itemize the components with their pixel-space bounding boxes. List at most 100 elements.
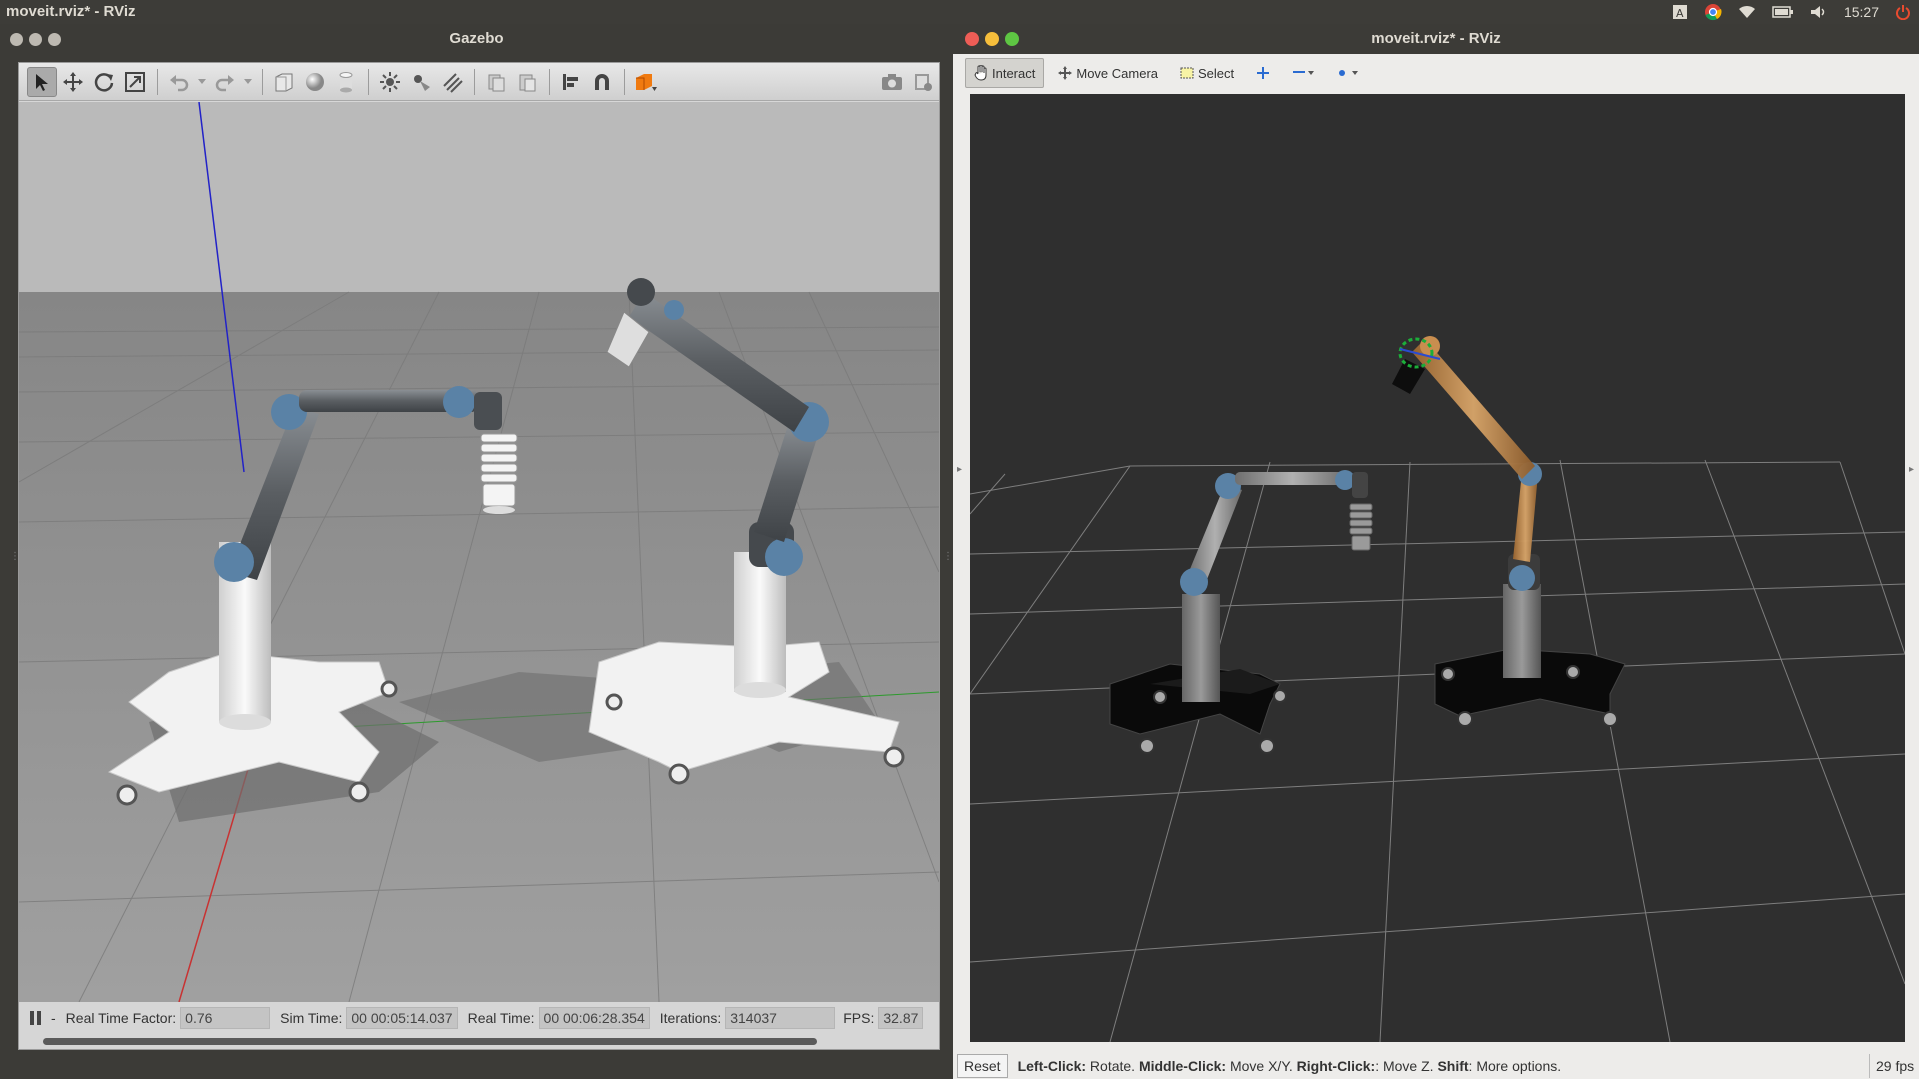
hint-move-xy: Move X/Y. bbox=[1226, 1057, 1297, 1074]
sphere-shape-icon[interactable] bbox=[300, 67, 330, 97]
rviz-3d-viewport[interactable] bbox=[970, 94, 1905, 1042]
gazebo-horizontal-scrollbar[interactable] bbox=[19, 1034, 939, 1049]
select-label: Select bbox=[1198, 65, 1235, 81]
grid bbox=[970, 459, 1905, 1042]
hint-more-options: : More options. bbox=[1468, 1057, 1562, 1074]
hint-middle-click: Middle-Click: bbox=[1138, 1057, 1227, 1074]
right-dock-handle[interactable]: ⋮ bbox=[943, 551, 953, 562]
cylinder-shape-icon[interactable] bbox=[331, 67, 361, 97]
left-panel-toggle[interactable]: ▸ bbox=[957, 464, 962, 475]
undo-icon[interactable] bbox=[164, 67, 194, 97]
scale-mode-icon[interactable] bbox=[120, 67, 150, 97]
volume-icon[interactable] bbox=[1810, 5, 1828, 19]
step-button[interactable]: ‐ bbox=[51, 1010, 56, 1026]
ruler-icon bbox=[1292, 68, 1315, 78]
rviz-status-bar: Reset Left-Click: Rotate. Middle-Click: … bbox=[953, 1052, 1919, 1079]
box-shape-icon[interactable] bbox=[269, 67, 299, 97]
hand-icon bbox=[974, 65, 988, 81]
select-mode-icon[interactable] bbox=[27, 66, 57, 97]
redo-history-icon[interactable] bbox=[241, 67, 255, 97]
close-icon[interactable] bbox=[965, 32, 979, 46]
minimize-icon[interactable] bbox=[29, 33, 42, 46]
point-light-icon[interactable] bbox=[375, 67, 405, 97]
svg-text:A: A bbox=[1676, 7, 1684, 20]
goal-state-arm bbox=[1392, 336, 1542, 562]
redo-icon[interactable] bbox=[210, 67, 240, 97]
power-icon[interactable] bbox=[1895, 4, 1911, 20]
hint-right-click: Right-Click: bbox=[1296, 1057, 1376, 1074]
rviz-window-title: moveit.rviz* - RViz bbox=[1371, 30, 1501, 47]
maximize-icon[interactable] bbox=[1005, 32, 1019, 46]
left-dock-handle[interactable]: ⋮ bbox=[10, 551, 20, 562]
paste-icon[interactable] bbox=[512, 67, 542, 97]
sim-time-label: Sim Time: bbox=[280, 1010, 343, 1026]
real-time-factor-label: Real Time Factor: bbox=[65, 1010, 177, 1026]
chrome-icon[interactable] bbox=[1704, 3, 1722, 21]
close-icon[interactable] bbox=[10, 33, 23, 46]
change-view-icon[interactable] bbox=[631, 67, 661, 97]
rviz-toolbar: Interact Move Camera Select bbox=[953, 54, 1919, 92]
gazebo-titlebar: Gazebo bbox=[0, 24, 953, 54]
gazebo-toolbar bbox=[19, 63, 939, 101]
directional-light-icon[interactable] bbox=[437, 67, 467, 97]
snap-icon[interactable] bbox=[587, 67, 617, 97]
gazebo-main-frame: ‐ Real Time Factor: 0.76 Sim Time: 00 00… bbox=[18, 62, 940, 1050]
scrollbar-thumb[interactable] bbox=[43, 1038, 817, 1045]
iterations-value: 314037 bbox=[725, 1007, 836, 1029]
record-log-icon[interactable] bbox=[908, 67, 938, 97]
gazebo-3d-viewport[interactable] bbox=[19, 102, 939, 1002]
rviz-titlebar: moveit.rviz* - RViz bbox=[953, 24, 1919, 54]
spot-light-icon[interactable] bbox=[406, 67, 436, 97]
gazebo-window-controls bbox=[10, 33, 61, 46]
select-box-icon bbox=[1180, 67, 1194, 79]
right-panel-toggle[interactable]: ▸ bbox=[1909, 464, 1914, 475]
keyboard-layout-icon[interactable]: A bbox=[1672, 4, 1688, 20]
crosshair-icon bbox=[1256, 66, 1270, 80]
translate-mode-icon[interactable] bbox=[58, 67, 88, 97]
gazebo-window-title: Gazebo bbox=[449, 30, 504, 47]
maximize-icon[interactable] bbox=[48, 33, 61, 46]
align-icon[interactable] bbox=[556, 67, 586, 97]
real-time-label: Real Time: bbox=[467, 1010, 535, 1026]
select-tool-button[interactable]: Select bbox=[1172, 58, 1242, 88]
fps-value: 32.87 bbox=[878, 1007, 924, 1029]
fps-label: FPS: bbox=[843, 1010, 875, 1026]
reset-button[interactable]: Reset bbox=[957, 1053, 1008, 1078]
undo-history-icon[interactable] bbox=[195, 67, 209, 97]
toolbar-separator bbox=[368, 68, 369, 95]
screenshot-icon[interactable] bbox=[877, 67, 907, 97]
toolbar-separator bbox=[474, 68, 475, 95]
measure-tool-button[interactable] bbox=[1284, 58, 1322, 88]
point-icon bbox=[1336, 68, 1359, 78]
clock[interactable]: 15:27 bbox=[1844, 4, 1879, 20]
minimize-icon[interactable] bbox=[985, 32, 999, 46]
pause-icon[interactable] bbox=[29, 1010, 43, 1026]
interact-tool-button[interactable]: Interact bbox=[965, 58, 1045, 88]
rviz-fps: 29 fps bbox=[1869, 1053, 1919, 1078]
wifi-icon[interactable] bbox=[1738, 5, 1756, 19]
gazebo-window: Gazebo ‐ Real Time Factor: 0.76 Sim Time… bbox=[0, 24, 953, 1079]
copy-icon[interactable] bbox=[481, 67, 511, 97]
mouse-hint-text: Left-Click: Rotate. Middle-Click: Move X… bbox=[1018, 1058, 1869, 1074]
rotate-mode-icon[interactable] bbox=[89, 67, 119, 97]
toolbar-separator bbox=[624, 68, 625, 95]
focus-camera-button[interactable] bbox=[1248, 58, 1278, 88]
rviz-window: moveit.rviz* - RViz Interact Move Camera… bbox=[953, 24, 1919, 1079]
sim-time-value: 00 00:05:14.037 bbox=[346, 1007, 458, 1029]
move-camera-icon bbox=[1058, 66, 1073, 80]
toolbar-separator bbox=[549, 68, 550, 95]
hint-left-click: Left-Click: bbox=[1017, 1057, 1087, 1074]
rviz-window-controls bbox=[965, 32, 1019, 46]
rviz-right-robot bbox=[1434, 554, 1626, 727]
publish-point-button[interactable] bbox=[1328, 58, 1366, 88]
active-window-title: moveit.rviz* - RViz bbox=[6, 3, 136, 20]
interact-label: Interact bbox=[992, 65, 1036, 81]
toolbar-separator bbox=[262, 68, 263, 95]
rviz-left-robot bbox=[1109, 470, 1373, 754]
iterations-label: Iterations: bbox=[659, 1010, 722, 1026]
hint-move-z: : Move Z. bbox=[1375, 1057, 1438, 1074]
battery-icon[interactable] bbox=[1772, 6, 1794, 18]
move-camera-tool-button[interactable]: Move Camera bbox=[1050, 58, 1166, 88]
gazebo-status-bar: ‐ Real Time Factor: 0.76 Sim Time: 00 00… bbox=[19, 1002, 939, 1034]
move-camera-label: Move Camera bbox=[1076, 65, 1158, 81]
